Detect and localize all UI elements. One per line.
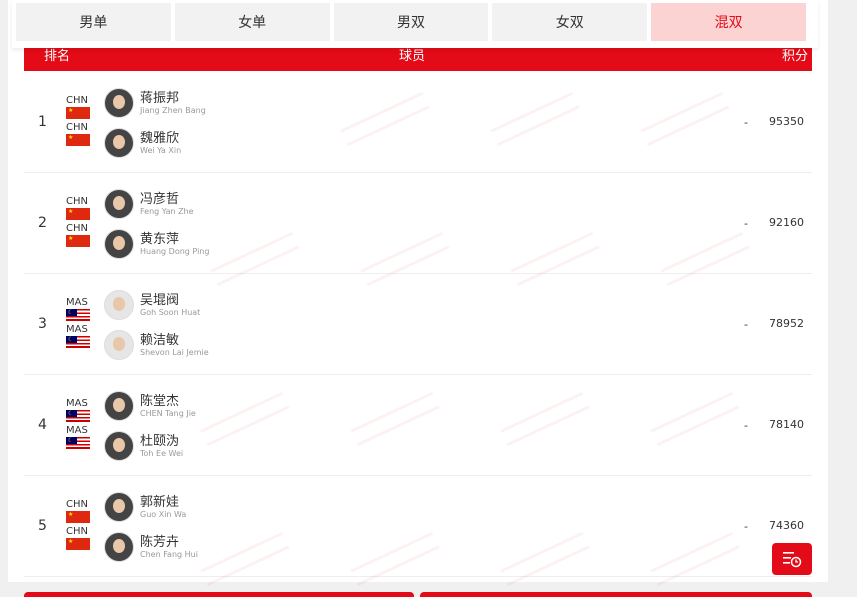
player-name: 蒋振邦	[140, 91, 180, 106]
player-english-name: Shevon Lai Jemie	[140, 348, 209, 357]
history-button[interactable]	[772, 543, 812, 575]
flag-china-icon: ★	[66, 134, 90, 146]
player-name: 黄东萍	[140, 232, 180, 247]
country-flags: MAS ☾ MAS ☾	[66, 398, 96, 452]
player-name: 郭新娃	[140, 495, 180, 510]
player-name: 吴堒阀	[140, 293, 180, 308]
rank-number: 5	[38, 518, 47, 534]
flag-malaysia-icon: ☾	[66, 309, 90, 321]
player-name: 赖洁敏	[140, 333, 180, 348]
tab-mixed-doubles[interactable]: 混双	[651, 3, 806, 41]
country-flags: CHN ★ CHN ★	[66, 499, 96, 553]
player-english-name: Guo Xin Wa	[140, 510, 187, 519]
ranking-row[interactable]: 3 MAS ☾ MAS ☾ 吴堒阀 Goh Soon Huat 赖洁敏 Shev…	[24, 274, 812, 375]
country-flags: CHN ★ CHN ★	[66, 196, 96, 250]
rank-change: -	[744, 318, 748, 331]
player-english-name: CHEN Tang Jie	[140, 409, 196, 418]
player-english-name: Toh Ee Wei	[140, 449, 184, 458]
page: 男单 女单 男双 女双 混双 排名 球员 积分 1 CHN ★ CHN ★ 蒋振…	[0, 0, 857, 597]
history-list-icon	[783, 552, 802, 568]
country-code: CHN	[66, 196, 88, 207]
country-flags: CHN ★ CHN ★	[66, 95, 96, 149]
points-value: 92160	[769, 216, 804, 229]
ranking-row[interactable]: 2 CHN ★ CHN ★ 冯彦哲 Feng Yan Zhe 黄东萍 Huang…	[24, 173, 812, 274]
avatar	[104, 88, 134, 118]
country-flag: CHN ★	[66, 223, 96, 250]
avatar	[104, 330, 134, 360]
player-english-name: Chen Fang Hui	[140, 550, 198, 559]
country-flag: CHN ★	[66, 95, 96, 122]
avatar	[104, 391, 134, 421]
flag-malaysia-icon: ☾	[66, 437, 90, 449]
country-code: MAS	[66, 297, 88, 308]
rank-change: -	[744, 217, 748, 230]
country-code: CHN	[66, 95, 88, 106]
flag-china-icon: ★	[66, 511, 90, 523]
country-code: CHN	[66, 526, 88, 537]
player-name: 杜颐沩	[140, 434, 180, 449]
rank-number: 1	[38, 114, 47, 130]
avatar	[104, 229, 134, 259]
country-flags: MAS ☾ MAS ☾	[66, 297, 96, 351]
country-flag: CHN ★	[66, 196, 96, 223]
player-name: 魏雅欣	[140, 131, 180, 146]
country-flag: CHN ★	[66, 526, 96, 553]
flag-malaysia-icon: ☾	[66, 336, 90, 348]
rank-change: -	[744, 520, 748, 533]
player-name: 陈堂杰	[140, 394, 180, 409]
flag-china-icon: ★	[66, 107, 90, 119]
country-code: CHN	[66, 122, 88, 133]
flag-malaysia-icon: ☾	[66, 410, 90, 422]
points-value: 95350	[769, 115, 804, 128]
tab-mens-singles[interactable]: 男单	[16, 3, 171, 41]
points-value: 74360	[769, 519, 804, 532]
player-english-name: Feng Yan Zhe	[140, 207, 194, 216]
ranking-row[interactable]: 1 CHN ★ CHN ★ 蒋振邦 Jiang Zhen Bang 魏雅欣 We…	[24, 72, 812, 173]
rank-number: 2	[38, 215, 47, 231]
country-flag: CHN ★	[66, 122, 96, 149]
flag-china-icon: ★	[66, 208, 90, 220]
tab-womens-singles[interactable]: 女单	[174, 3, 330, 41]
ranking-row[interactable]: 4 MAS ☾ MAS ☾ 陈堂杰 CHEN Tang Jie 杜颐沩 Toh …	[24, 375, 812, 476]
player-english-name: Wei Ya Xin	[140, 146, 182, 155]
tab-mens-doubles[interactable]: 男双	[333, 3, 489, 41]
country-code: MAS	[66, 324, 88, 335]
category-tabs: 男单 女单 男双 女双 混双	[16, 3, 806, 41]
player-english-name: Huang Dong Ping	[140, 247, 210, 256]
rank-change: -	[744, 419, 748, 432]
avatar	[104, 128, 134, 158]
country-code: CHN	[66, 499, 88, 510]
ranking-row[interactable]: 5 CHN ★ CHN ★ 郭新娃 Guo Xin Wa 陈芳卉 Chen Fa…	[24, 476, 812, 577]
rank-number: 3	[38, 316, 47, 332]
country-flag: MAS ☾	[66, 297, 96, 324]
player-english-name: Goh Soon Huat	[140, 308, 201, 317]
avatar	[104, 431, 134, 461]
country-flag: MAS ☾	[66, 398, 96, 425]
tab-womens-doubles[interactable]: 女双	[492, 3, 648, 41]
player-name: 冯彦哲	[140, 192, 180, 207]
country-code: CHN	[66, 223, 88, 234]
flag-china-icon: ★	[66, 235, 90, 247]
avatar	[104, 532, 134, 562]
flag-china-icon: ★	[66, 538, 90, 550]
points-value: 78140	[769, 418, 804, 431]
rank-number: 4	[38, 417, 47, 433]
avatar	[104, 290, 134, 320]
points-value: 78952	[769, 317, 804, 330]
player-english-name: Jiang Zhen Bang	[140, 106, 206, 115]
player-name: 陈芳卉	[140, 535, 180, 550]
country-flag: MAS ☾	[66, 324, 96, 351]
bottom-button-left[interactable]	[24, 592, 414, 597]
avatar	[104, 492, 134, 522]
country-flag: MAS ☾	[66, 425, 96, 452]
country-flag: CHN ★	[66, 499, 96, 526]
country-code: MAS	[66, 425, 88, 436]
rank-change: -	[744, 116, 748, 129]
avatar	[104, 189, 134, 219]
bottom-button-right[interactable]	[420, 592, 812, 597]
country-code: MAS	[66, 398, 88, 409]
